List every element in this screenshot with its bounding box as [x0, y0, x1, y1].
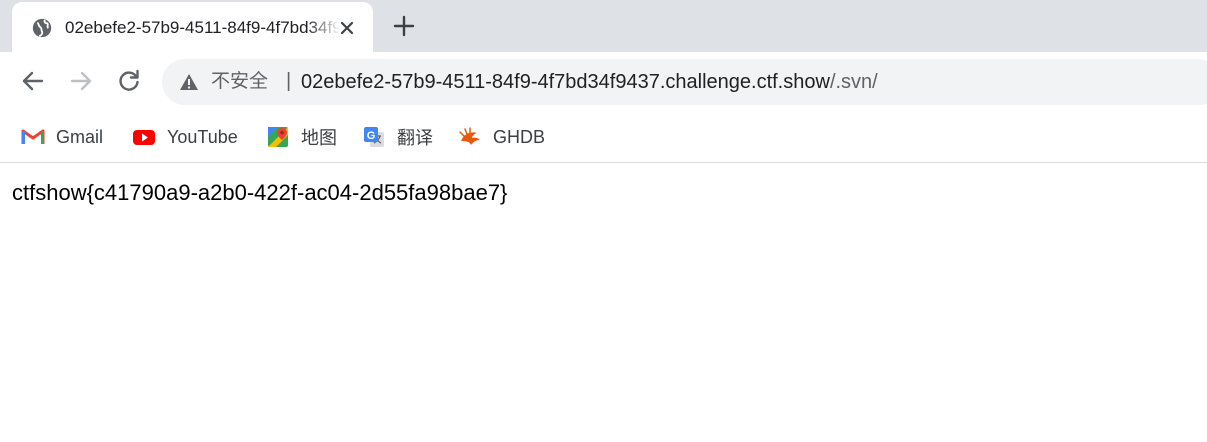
svg-text:G: G	[367, 130, 376, 142]
bookmark-maps[interactable]: 地图	[266, 124, 337, 150]
bookmark-translate[interactable]: G 翻译	[362, 124, 433, 150]
security-status-label[interactable]: 不安全	[211, 70, 268, 94]
url-text[interactable]: 02ebefe2-57b9-4511-84f9-4f7bd34f9437.cha…	[301, 70, 878, 94]
address-bar[interactable]: 不安全 | 02ebefe2-57b9-4511-84f9-4f7bd34f94…	[162, 59, 1207, 105]
plus-icon[interactable]	[390, 12, 418, 40]
browser-toolbar: 不安全 | 02ebefe2-57b9-4511-84f9-4f7bd34f94…	[0, 52, 1207, 112]
arrow-left-icon[interactable]	[18, 66, 48, 96]
bookmark-label: YouTube	[167, 126, 238, 147]
gmail-icon	[21, 129, 45, 144]
reload-icon[interactable]	[114, 66, 144, 96]
tab-title: 02ebefe2-57b9-4511-84f9-4f7bd34f9437.cha…	[65, 18, 340, 37]
active-tab[interactable]: 02ebefe2-57b9-4511-84f9-4f7bd34f9437.cha…	[12, 2, 373, 52]
bookmark-label: 翻译	[397, 128, 433, 148]
maps-icon	[268, 127, 288, 147]
url-host: 02ebefe2-57b9-4511-84f9-4f7bd34f9437.cha…	[301, 71, 830, 93]
warning-triangle-icon[interactable]	[179, 72, 199, 92]
page-body-text: ctfshow{c41790a9-a2b0-422f-ac04-2d55fa98…	[12, 180, 508, 205]
security-separator: |	[286, 70, 292, 92]
url-path: /.svn/	[829, 71, 878, 93]
bookmark-ghdb[interactable]: GHDB	[458, 124, 545, 150]
ghdb-icon	[459, 127, 480, 145]
youtube-icon	[133, 130, 155, 145]
bookmark-youtube[interactable]: YouTube	[132, 124, 238, 150]
close-icon[interactable]	[335, 16, 359, 40]
bookmarks-bar: Gmail YouTube 地图 G 翻译 GHDB	[0, 112, 1207, 163]
arrow-right-icon[interactable]	[66, 66, 96, 96]
tab-strip: 02ebefe2-57b9-4511-84f9-4f7bd34f9437.cha…	[0, 0, 1207, 52]
bookmark-gmail[interactable]: Gmail	[21, 124, 103, 150]
globe-icon	[32, 18, 52, 38]
bookmark-label: 地图	[301, 128, 337, 148]
bookmark-label: GHDB	[493, 126, 546, 147]
translate-icon: G	[364, 127, 384, 147]
bookmark-label: Gmail	[56, 126, 104, 147]
